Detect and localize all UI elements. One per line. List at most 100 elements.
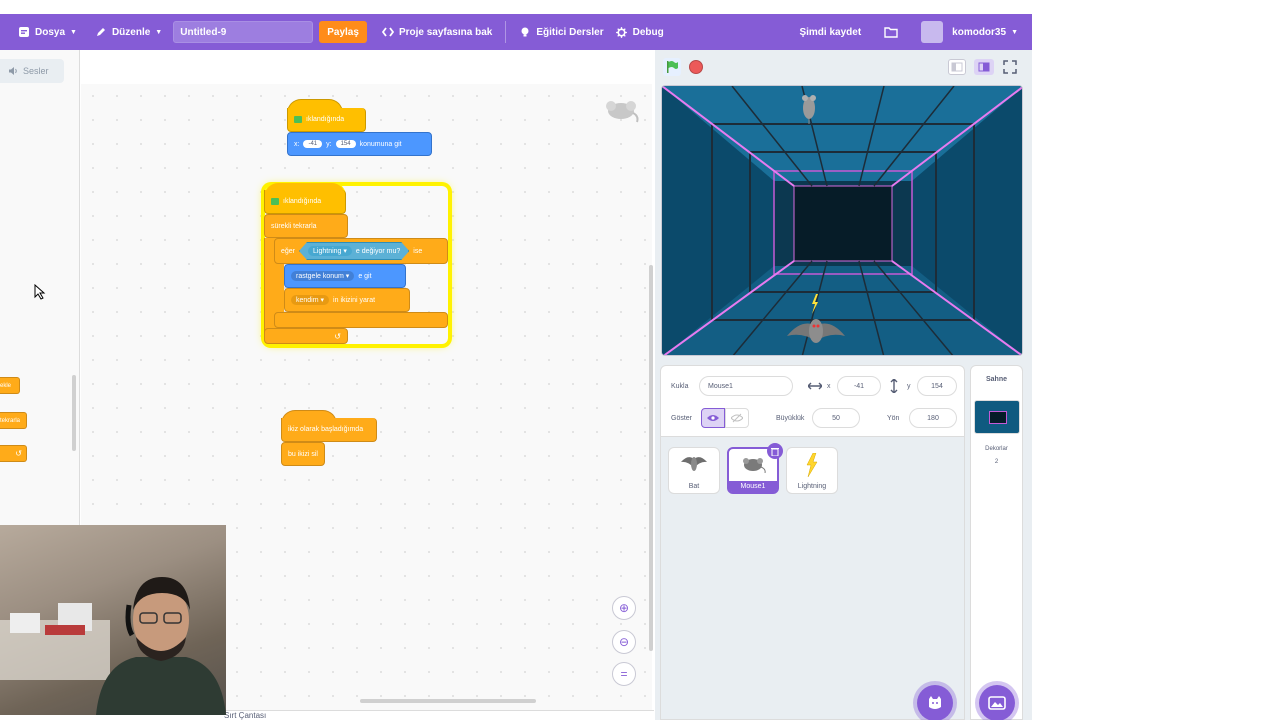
- see-project-page-button[interactable]: Proje sayfasına bak: [373, 14, 501, 50]
- sprite-list: Bat Mouse1 Lightning: [660, 437, 965, 720]
- forever-end: ↺: [264, 328, 348, 344]
- bat-thumbnail: [681, 457, 707, 471]
- image-plus-icon: [988, 696, 1006, 710]
- menu-divider: [505, 21, 507, 43]
- touching-target-dropdown[interactable]: Lightning ▾: [308, 246, 352, 256]
- backdrops-count: 2: [994, 459, 999, 465]
- project-title-input[interactable]: [173, 21, 314, 43]
- go-to-random-block[interactable]: rastgele konum ▾ e git: [284, 264, 406, 288]
- clone-label: in ikizini yarat: [333, 296, 376, 304]
- size-input[interactable]: 50: [812, 408, 860, 428]
- show-label: Göster: [671, 415, 693, 422]
- tutorials-button[interactable]: Eğitici Dersler: [510, 14, 612, 50]
- screen-margin-right: [1032, 0, 1280, 720]
- when-flag-clicked-block[interactable]: ıklandığında: [264, 190, 346, 214]
- green-flag-icon: [667, 61, 678, 73]
- go-to-label: e git: [358, 272, 372, 280]
- delete-clone-block[interactable]: bu ikizi sil: [281, 442, 325, 466]
- y-input[interactable]: 154: [917, 376, 957, 396]
- go-to-target-dropdown[interactable]: rastgele konum ▾: [291, 271, 355, 281]
- palette-block-tekrarla[interactable]: tekrarla: [0, 412, 27, 429]
- backpack-header[interactable]: Sırt Çantası: [220, 710, 654, 720]
- workspace-horizontal-scrollbar[interactable]: [360, 699, 536, 703]
- x-input[interactable]: -41: [837, 376, 881, 396]
- large-stage-button[interactable]: [974, 59, 994, 75]
- add-backdrop-button[interactable]: [979, 685, 1015, 720]
- account-menu[interactable]: komodor35 ▼: [912, 14, 1032, 50]
- mouse-thumbnail: [743, 458, 766, 473]
- backdrop-thumbnail: [974, 400, 1020, 434]
- y-input[interactable]: 154: [335, 140, 356, 148]
- zoom-reset-button[interactable]: =: [612, 662, 636, 686]
- mouse-cursor-icon: [34, 284, 46, 300]
- delete-sprite-button[interactable]: [767, 443, 783, 459]
- zoom-out-button[interactable]: ⊖: [612, 630, 636, 654]
- go-to-label: konumuna git: [359, 140, 402, 148]
- large-stage-icon: [978, 62, 990, 72]
- lightning-thumbnail: [806, 453, 818, 477]
- go-to-xy-block[interactable]: x: -41 y: 154 konumuna git: [287, 132, 432, 156]
- if-label: eğer: [281, 247, 296, 255]
- clone-target-dropdown[interactable]: kendim ▾: [291, 295, 330, 305]
- touching-block[interactable]: Lightning ▾ e değiyor mu?: [299, 242, 409, 260]
- file-menu-label: Dosya: [35, 26, 66, 38]
- remix-icon: [381, 27, 394, 37]
- add-sprite-button[interactable]: [917, 685, 953, 720]
- sprite-tile-lightning[interactable]: Lightning: [786, 447, 838, 494]
- forever-block[interactable]: sürekli tekrarla: [264, 214, 348, 238]
- workspace-vertical-scrollbar[interactable]: [649, 265, 653, 651]
- stage-selector[interactable]: Sahne Dekorlar 2: [970, 365, 1023, 720]
- when-flag-clicked-block[interactable]: ıklandığında: [287, 108, 366, 132]
- if-then-block[interactable]: eğer Lightning ▾ e değiyor mu? ise: [274, 238, 448, 264]
- zoom-in-button[interactable]: ⊕: [612, 596, 636, 620]
- stage-canvas[interactable]: [661, 85, 1023, 356]
- tab-sounds[interactable]: Sesler: [0, 59, 64, 83]
- chevron-down-icon: ▼: [1011, 28, 1018, 36]
- horizontal-arrows-icon: [808, 382, 822, 390]
- edit-menu[interactable]: Düzenle ▼: [86, 14, 171, 50]
- when-start-as-clone-block[interactable]: ikiz olarak başladığımda: [281, 418, 377, 442]
- small-stage-icon: [951, 62, 963, 72]
- zoom-out-icon: ⊖: [618, 635, 630, 649]
- bug-icon: [615, 26, 627, 38]
- palette-scrollbar[interactable]: [72, 375, 76, 451]
- sprite-name: Mouse1: [729, 481, 777, 492]
- palette-block-ekle[interactable]: ekle: [0, 377, 20, 394]
- debug-button[interactable]: Debug: [613, 14, 673, 50]
- then-label: ise: [413, 247, 423, 255]
- direction-input[interactable]: 180: [909, 408, 957, 428]
- file-menu[interactable]: Dosya ▼: [0, 14, 86, 50]
- create-clone-block[interactable]: kendim ▾ in ikizini yarat: [284, 288, 410, 312]
- x-label: x:: [294, 140, 300, 148]
- green-flag-button[interactable]: [663, 58, 681, 76]
- stop-button[interactable]: [689, 60, 703, 74]
- show-visible-button[interactable]: [701, 408, 725, 428]
- small-stage-button[interactable]: [948, 59, 966, 75]
- save-now-button[interactable]: Şimdi kaydet: [790, 14, 870, 50]
- my-stuff-button[interactable]: [870, 14, 912, 50]
- chevron-down-icon: ▼: [155, 28, 163, 36]
- trash-icon: [771, 447, 779, 456]
- see-project-page-label: Proje sayfasına bak: [398, 26, 493, 38]
- webcam-person: [96, 577, 226, 715]
- x-label: x: [827, 383, 831, 390]
- share-button[interactable]: Paylaş: [319, 21, 367, 43]
- sprite-tile-bat[interactable]: Bat: [668, 447, 720, 494]
- sprite-name-input[interactable]: Mouse1: [699, 376, 793, 396]
- show-hidden-button[interactable]: [725, 408, 749, 428]
- zoom-in-icon: ⊕: [618, 601, 630, 615]
- webcam-object: [10, 613, 40, 633]
- cat-plus-icon: [929, 696, 941, 709]
- vertical-arrows-icon: [890, 379, 898, 393]
- menu-bar: Dosya ▼ Düzenle ▼ Paylaş Proje sayfasına…: [0, 14, 1032, 50]
- tutorials-label: Eğitici Dersler: [536, 26, 604, 38]
- debug-label: Debug: [632, 26, 664, 38]
- palette-block-forever-end[interactable]: ↺: [0, 445, 27, 462]
- fullscreen-button[interactable]: [1002, 59, 1020, 75]
- top-margin: [0, 0, 1032, 14]
- webcam-object: [45, 625, 85, 635]
- x-input[interactable]: -41: [303, 140, 323, 148]
- eye-icon: [707, 415, 719, 421]
- username-label: komodor35: [952, 26, 1007, 38]
- loop-arrow-icon: ↺: [334, 331, 341, 341]
